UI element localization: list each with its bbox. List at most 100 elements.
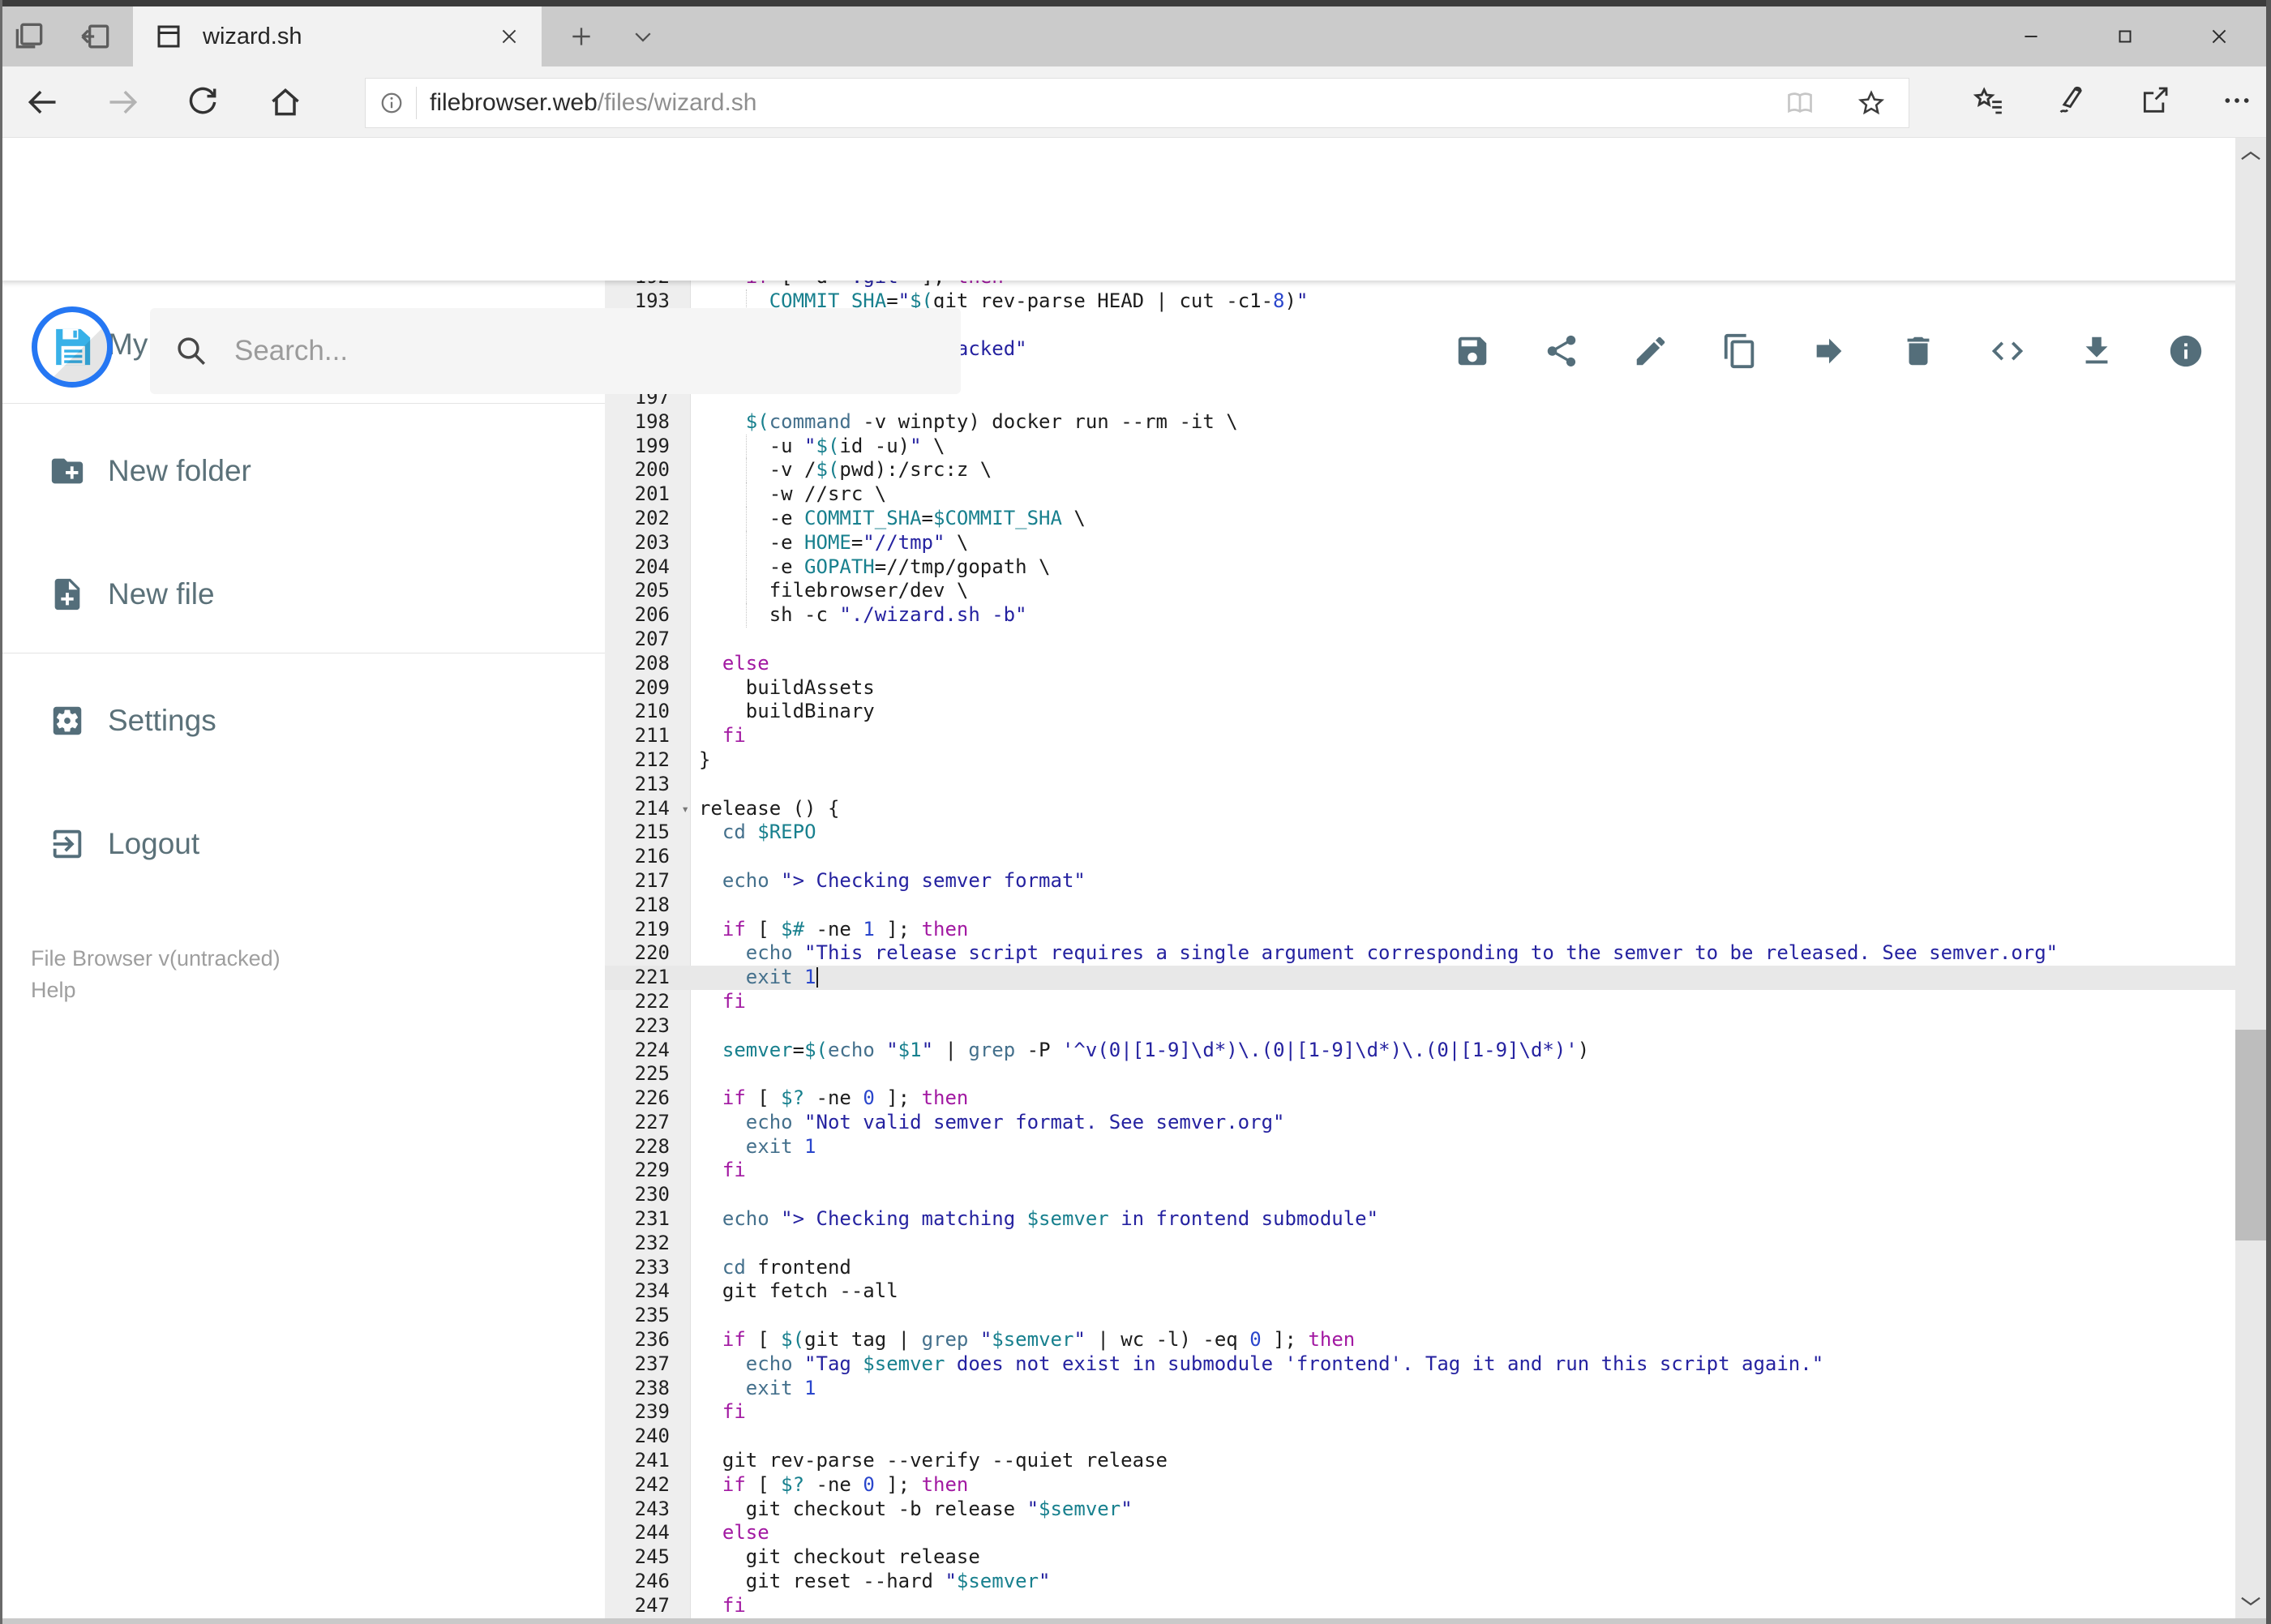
maximize-button[interactable]	[2078, 6, 2172, 66]
code-line[interactable]: 206 sh -c "./wizard.sh -b"	[605, 603, 2235, 628]
code-line[interactable]: 211 fi	[605, 724, 2235, 748]
fold-arrow-icon[interactable]: ▾	[681, 797, 689, 821]
address-bar: filebrowser.web/files/wizard.sh	[0, 66, 2271, 138]
home-icon[interactable]	[268, 84, 303, 120]
code-line[interactable]: 226 if [ $? -ne 0 ]; then	[605, 1086, 2235, 1111]
more-icon[interactable]	[2221, 84, 2253, 117]
code-line[interactable]: 224 semver=$(echo "$1" | grep -P '^v(0|[…	[605, 1039, 2235, 1063]
code-line[interactable]: 205 filebrowser/dev \	[605, 579, 2235, 604]
new-tab-button[interactable]	[553, 6, 610, 66]
hub-icon[interactable]	[1973, 84, 2005, 117]
code-line[interactable]: 218	[605, 893, 2235, 918]
tabs-aside-icon[interactable]	[11, 19, 47, 54]
browser-tab[interactable]: wizard.sh	[133, 6, 542, 66]
code-line[interactable]: 204 -e GOPATH=//tmp/gopath \	[605, 555, 2235, 580]
code-line[interactable]: 230	[605, 1183, 2235, 1207]
window-close-button[interactable]	[2172, 6, 2266, 66]
code-line[interactable]: 235	[605, 1304, 2235, 1328]
code-line[interactable]: 231 echo "> Checking matching $semver in…	[605, 1207, 2235, 1232]
code-editor[interactable]: 192 if [ -d ".git" ]; then193 COMMIT_SHA…	[605, 281, 2235, 1624]
code-line[interactable]: 234 git fetch --all	[605, 1279, 2235, 1304]
code-line[interactable]: 222 fi	[605, 990, 2235, 1014]
copy-button[interactable]	[1721, 332, 1759, 370]
info-button[interactable]	[2167, 332, 2205, 370]
code-text: fi	[722, 989, 746, 1013]
code-line[interactable]: 233 cd frontend	[605, 1256, 2235, 1280]
code-line[interactable]: 198 $(command -v winpty) docker run --rm…	[605, 410, 2235, 435]
code-line[interactable]: 237 echo "Tag $semver does not exist in …	[605, 1352, 2235, 1377]
code-line[interactable]: 242 if [ $? -ne 0 ]; then	[605, 1473, 2235, 1498]
code-line[interactable]: 221 exit 1	[605, 966, 2235, 990]
code-line[interactable]: 192 if [ -d ".git" ]; then	[605, 281, 2235, 289]
code-line[interactable]: 244 else	[605, 1521, 2235, 1545]
code-line[interactable]: 207	[605, 628, 2235, 652]
favorite-star-icon[interactable]	[1857, 88, 1886, 118]
scrollbar-thumb[interactable]	[2235, 1030, 2266, 1240]
edit-button[interactable]	[1632, 332, 1669, 370]
indent-guide	[745, 530, 747, 555]
code-line[interactable]: 212}	[605, 748, 2235, 773]
code-line[interactable]: 202 -e COMMIT_SHA=$COMMIT_SHA \	[605, 506, 2235, 531]
browser-window: wizard.sh filebrowser.web/files/wizard.s…	[0, 0, 2271, 1624]
code-line[interactable]: 225	[605, 1062, 2235, 1086]
code-line[interactable]: 203 -e HOME="//tmp" \	[605, 530, 2235, 555]
move-button[interactable]	[1810, 332, 1848, 370]
minimize-button[interactable]	[1984, 6, 2078, 66]
code-line[interactable]: 243 git checkout -b release "$semver"	[605, 1498, 2235, 1522]
tab-close-button[interactable]	[491, 19, 527, 54]
code-line[interactable]: 227 echo "Not valid semver format. See s…	[605, 1111, 2235, 1135]
code-line[interactable]: 199 -u "$(id -u)" \	[605, 434, 2235, 459]
code-line[interactable]: 232	[605, 1232, 2235, 1256]
url-input[interactable]: filebrowser.web/files/wizard.sh	[365, 78, 1909, 128]
code-line[interactable]: 239 fi	[605, 1400, 2235, 1425]
scroll-up-icon[interactable]	[2235, 141, 2266, 172]
code-line[interactable]: 213	[605, 773, 2235, 797]
back-icon[interactable]	[24, 84, 60, 120]
code-line[interactable]: 201 -w //src \	[605, 482, 2235, 507]
vertical-scrollbar[interactable]	[2235, 138, 2266, 1624]
download-button[interactable]	[2078, 332, 2115, 370]
share-button[interactable]	[1543, 332, 1580, 370]
code-line[interactable]: 238 exit 1	[605, 1377, 2235, 1401]
code-line[interactable]: 216	[605, 845, 2235, 869]
code-line[interactable]: 210 buildBinary	[605, 700, 2235, 724]
code-line[interactable]: 236 if [ $(git tag | grep "$semver" | wc…	[605, 1328, 2235, 1352]
code-line[interactable]: 209 buildAssets	[605, 676, 2235, 701]
sidebar-item-new-file[interactable]: New file	[0, 557, 605, 632]
code-text: -u "$(id -u)" \	[699, 434, 945, 457]
code-line[interactable]: 228 exit 1	[605, 1135, 2235, 1159]
forward-icon[interactable]	[105, 84, 141, 120]
code-line[interactable]: 214 ▾ release () {	[605, 797, 2235, 821]
scroll-down-icon[interactable]	[2235, 1585, 2266, 1616]
code-line[interactable]: 246 git reset --hard "$semver"	[605, 1570, 2235, 1594]
code-line[interactable]: 208 else	[605, 652, 2235, 676]
code-line[interactable]: 247 fi	[605, 1594, 2235, 1618]
code-line[interactable]: 220 echo "This release script requires a…	[605, 941, 2235, 966]
chevron-down-icon	[631, 24, 655, 49]
help-link[interactable]: Help	[31, 975, 605, 1006]
save-button[interactable]	[1454, 332, 1491, 370]
code-line[interactable]: 217 echo "> Checking semver format"	[605, 869, 2235, 893]
code-line[interactable]: 241 git rev-parse --verify --quiet relea…	[605, 1449, 2235, 1473]
code-line[interactable]: 245 git checkout release	[605, 1545, 2235, 1570]
code-line[interactable]: 200 -v /$(pwd):/src:z \	[605, 458, 2235, 483]
code-line[interactable]: 240	[605, 1425, 2235, 1449]
code-line[interactable]: 219 if [ $# -ne 1 ]; then	[605, 918, 2235, 942]
code-line[interactable]: 223	[605, 1014, 2235, 1039]
restore-tabs-icon[interactable]	[78, 19, 114, 54]
web-notes-icon[interactable]	[2055, 84, 2088, 117]
filebrowser-logo[interactable]	[32, 306, 113, 388]
code-line[interactable]: 215 cd $REPO	[605, 821, 2235, 845]
refresh-icon[interactable]	[185, 84, 221, 120]
delete-button[interactable]	[1900, 332, 1937, 370]
share-icon[interactable]	[2138, 84, 2170, 117]
sidebar-item-new-folder[interactable]: New folder	[0, 434, 605, 508]
tab-preview-button[interactable]	[615, 6, 671, 66]
code-line[interactable]: 229 fi	[605, 1159, 2235, 1183]
sidebar-item-logout[interactable]: Logout	[0, 807, 605, 881]
sidebar-item-settings[interactable]: Settings	[0, 683, 605, 758]
code-button[interactable]	[1989, 332, 2026, 370]
search-input[interactable]: Search...	[150, 308, 961, 394]
info-icon[interactable]	[379, 91, 404, 115]
